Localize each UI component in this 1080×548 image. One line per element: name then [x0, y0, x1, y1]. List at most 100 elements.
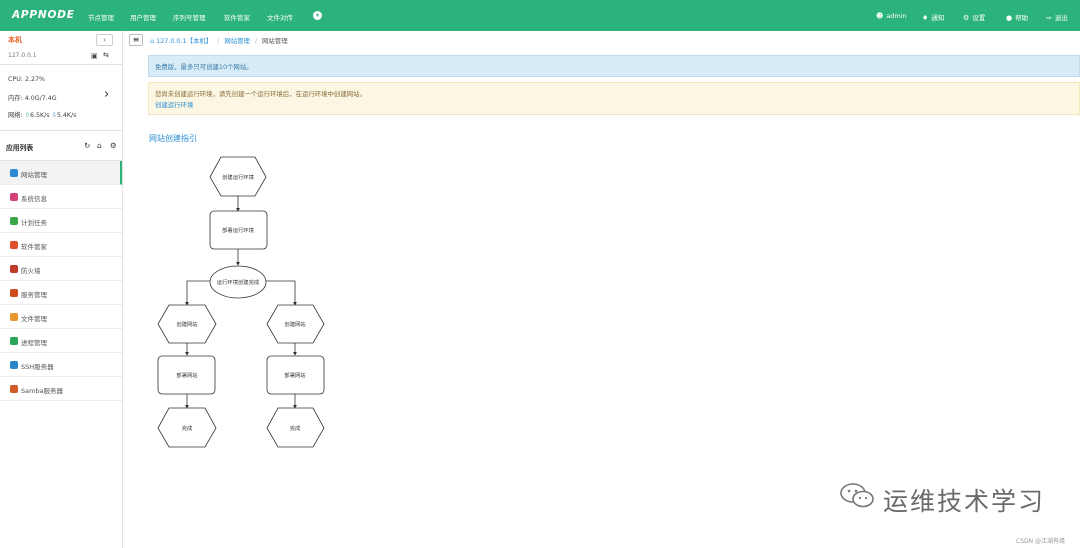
- sidebar-item-label: 软件管家: [21, 243, 47, 251]
- sidebar-item-label: 服务管理: [21, 291, 47, 299]
- breadcrumb-separator: /: [254, 37, 258, 45]
- app-icon: [10, 361, 18, 369]
- expand-stats-chevron-icon[interactable]: ›: [104, 87, 109, 102]
- guide-title: 网站创建指引: [149, 134, 197, 143]
- memory-label: 内存:: [8, 95, 23, 102]
- nav-user-management[interactable]: 用户管理: [130, 12, 156, 22]
- app-list-title: 应用列表: [6, 144, 34, 152]
- notify-label: 通知: [931, 14, 945, 22]
- user-label: admin: [886, 12, 907, 20]
- switch-icon[interactable]: ⇆: [103, 51, 109, 59]
- app-icon: [10, 241, 18, 249]
- sidebar-item[interactable]: SSH服务器: [0, 353, 122, 377]
- host-name: 本机: [8, 36, 22, 44]
- user-menu[interactable]: ☻ admin: [876, 12, 907, 20]
- sidebar-item-label: 进程管理: [21, 339, 47, 347]
- logout-icon: ⇨: [1046, 14, 1052, 22]
- breadcrumb-current: 网站管理: [262, 37, 288, 45]
- env-warning: 您尚未创建运行环境，请先创建一个运行环境后，在运行环境中创建网站。 创建运行环境: [148, 82, 1080, 115]
- wechat-watermark-icon: [840, 483, 874, 508]
- sidebar-item-label: 计划任务: [21, 219, 47, 227]
- home-icon: ⌂: [150, 37, 155, 45]
- host-panel: 本机 127.0.0.1 ‹ ▣ ⇆: [0, 31, 122, 65]
- sidebar-item-label: 系统信息: [21, 195, 47, 203]
- warning-alert-text: 您尚未创建运行环境，请先创建一个运行环境后，在运行环境中创建网站。: [155, 90, 366, 98]
- memory-value: 4.0G/7.4G: [24, 95, 57, 102]
- cpu-value: 2.27%: [24, 76, 45, 83]
- app-icon: [10, 169, 18, 177]
- top-navbar: APPNODE 节点管理 用户管理 序列号管理 软件管家 文件对传 ▾ ☻ adm…: [0, 0, 1080, 31]
- breadcrumb-home[interactable]: 127.0.0.1【本机】: [156, 37, 212, 45]
- help-link[interactable]: ● 帮助: [1006, 12, 1028, 22]
- flow-arrow: [185, 280, 210, 306]
- nav-node-management[interactable]: 节点管理: [88, 12, 114, 22]
- sidebar-item[interactable]: 文件管理: [0, 305, 122, 329]
- memory-stat: 内存: 4.0G/7.4G: [8, 93, 57, 102]
- site-creation-flowchart: 创建运行环境 部署运行环境 运行环境创建完成 创建网站 创建网站 部署网站 部署…: [157, 156, 325, 448]
- sidebar-item-label: SSH服务器: [21, 363, 54, 371]
- csdn-credit: CSDN @江湖有缘: [1016, 538, 1066, 545]
- sidebar-item-label: 网站管理: [21, 171, 47, 179]
- home-icon[interactable]: ⌂: [97, 141, 102, 150]
- appnode-logo[interactable]: APPNODE: [12, 9, 75, 21]
- app-icon: [10, 265, 18, 273]
- logout-label: 退出: [1054, 14, 1068, 22]
- sidebar-item[interactable]: 网站管理: [0, 161, 122, 185]
- create-env-link[interactable]: 创建运行环境: [155, 100, 1073, 111]
- settings-link[interactable]: ⚙ 设置: [963, 12, 985, 22]
- sidebar-item-label: Samba服务器: [21, 387, 64, 395]
- user-icon: ☻: [876, 12, 884, 20]
- host-stats: CPU: 2.27% 内存: 4.0G/7.4G 网络: ⇧6.5K/s ⇩5.…: [0, 65, 122, 131]
- upload-speed: 6.5K/s: [30, 112, 50, 119]
- collapse-sidebar-button[interactable]: ‹: [96, 34, 113, 46]
- download-speed: 5.4K/s: [56, 112, 77, 119]
- label-deploy-site-left: 部署网站: [176, 371, 198, 379]
- label-done-right: 完成: [290, 424, 301, 432]
- nav-serial-management[interactable]: 序列号管理: [173, 12, 206, 22]
- host-ip: 127.0.0.1: [8, 52, 37, 59]
- app-icon: [10, 217, 18, 225]
- label-create-site-right: 创建网站: [284, 320, 306, 328]
- label-deploy-env: 部署运行环境: [222, 226, 254, 234]
- sidebar-item-label: 文件管理: [21, 315, 47, 323]
- label-create-env: 创建运行环境: [222, 173, 254, 181]
- flow-arrow: [266, 280, 297, 306]
- app-icon: [10, 337, 18, 345]
- sidebar-item[interactable]: 进程管理: [0, 329, 122, 353]
- app-list-header: 应用列表 ↻ ⌂ ⚙: [0, 131, 122, 161]
- cpu-label: CPU:: [8, 76, 23, 83]
- nav-file-transfer[interactable]: 文件对传: [267, 12, 293, 22]
- logout-link[interactable]: ⇨ 退出: [1046, 12, 1068, 22]
- sidebar-item[interactable]: 计划任务: [0, 209, 122, 233]
- watermark-text: 运维技术学习: [883, 487, 1046, 516]
- refresh-icon[interactable]: ↻: [84, 141, 90, 150]
- sidebar-item[interactable]: Samba服务器: [0, 377, 122, 401]
- info-alert-text: 免费版，最多只可创建10个网站。: [155, 63, 253, 71]
- breadcrumb-level2[interactable]: 网站管理: [224, 37, 250, 45]
- help-label: 帮助: [1015, 14, 1029, 22]
- free-edition-notice: 免费版，最多只可创建10个网站。: [148, 55, 1080, 77]
- menu-toggle-button[interactable]: ≡: [129, 34, 143, 46]
- sidebar: 本机 127.0.0.1 ‹ ▣ ⇆ CPU: 2.27% 内存: 4.0G/7…: [0, 31, 123, 548]
- label-deploy-site-right: 部署网站: [284, 371, 306, 379]
- sidebar-item-label: 防火墙: [21, 267, 41, 275]
- terminal-icon[interactable]: ▣: [91, 52, 98, 60]
- notifications-link[interactable]: ♦ 通知: [922, 12, 944, 22]
- app-icon: [10, 289, 18, 297]
- nav-software-manager[interactable]: 软件管家: [224, 12, 250, 22]
- sidebar-item[interactable]: 系统信息: [0, 185, 122, 209]
- more-menu-chevron-icon[interactable]: ▾: [313, 11, 322, 20]
- settings-label: 设置: [972, 14, 986, 22]
- sidebar-item[interactable]: 软件管家: [0, 233, 122, 257]
- lightbulb-icon: ●: [1006, 14, 1013, 22]
- sidebar-item[interactable]: 服务管理: [0, 281, 122, 305]
- label-create-site-left: 创建网站: [176, 320, 198, 328]
- network-label: 网络:: [8, 112, 23, 119]
- cpu-stat: CPU: 2.27%: [8, 76, 45, 83]
- label-done-left: 完成: [182, 424, 193, 432]
- app-icon: [10, 193, 18, 201]
- settings-gear-icon[interactable]: ⚙: [110, 141, 117, 150]
- sidebar-item[interactable]: 防火墙: [0, 257, 122, 281]
- breadcrumb-separator: /: [217, 37, 220, 45]
- bell-icon: ♦: [922, 14, 929, 22]
